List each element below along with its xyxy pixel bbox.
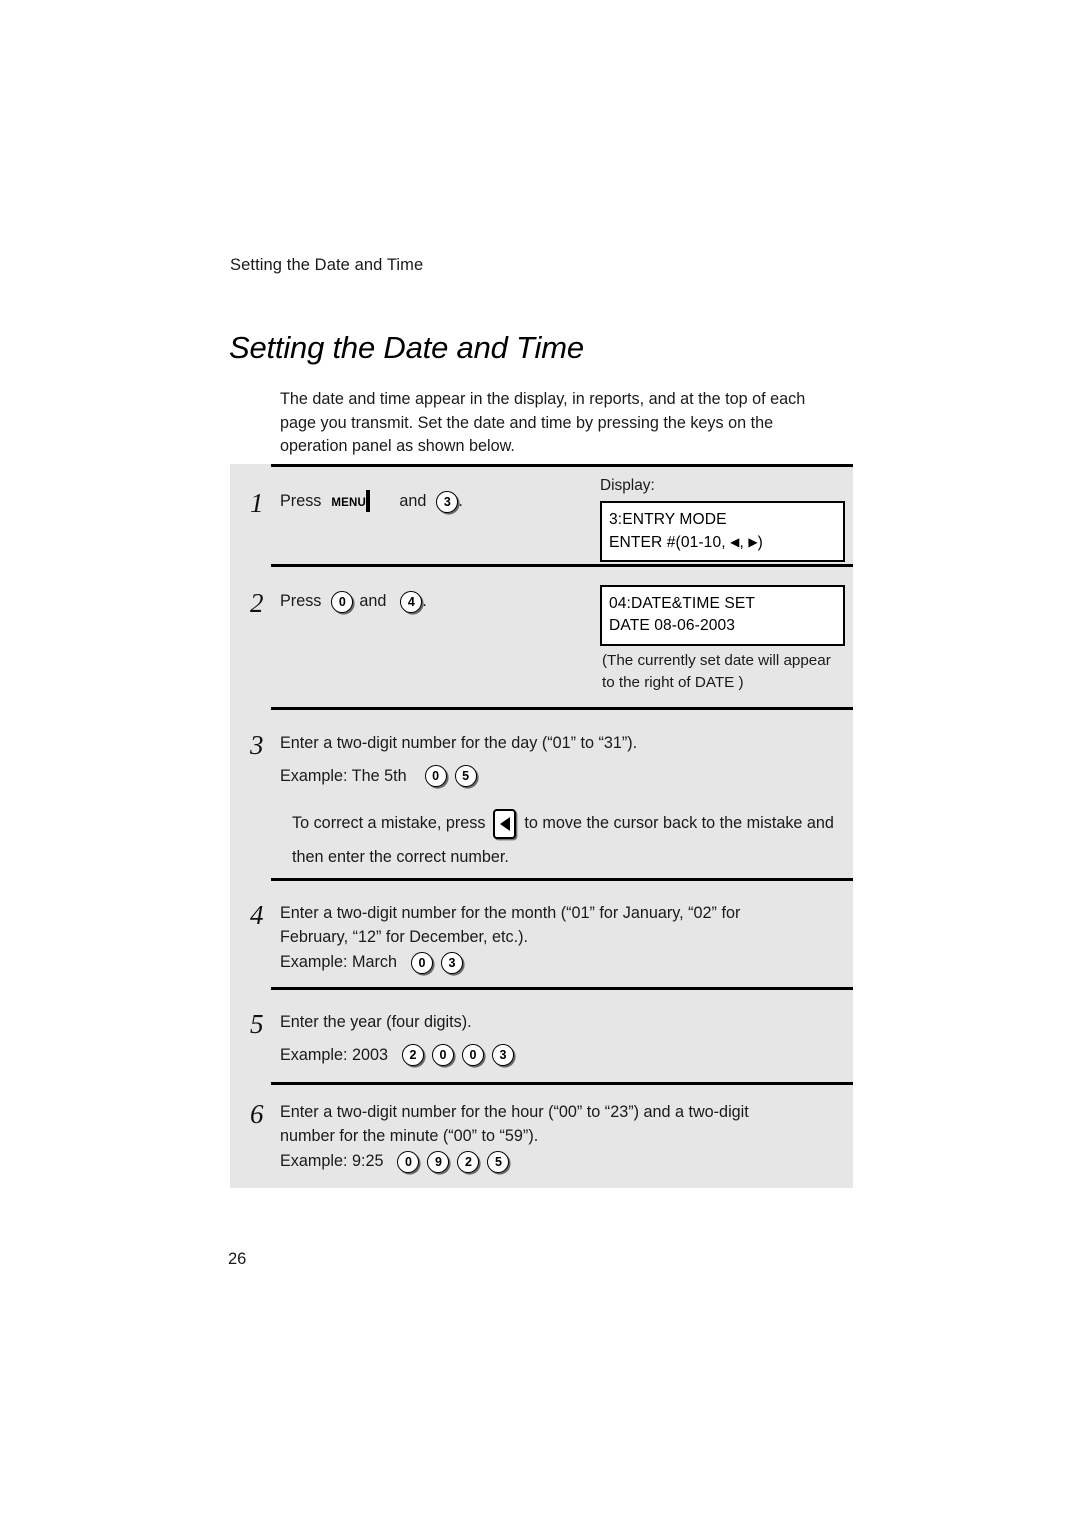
- step-number-2: 2: [250, 588, 264, 618]
- right-arrow-icon: ▶: [748, 535, 758, 549]
- example-key-0a-year[interactable]: 0: [432, 1044, 454, 1067]
- lcd-display-2-note: (The currently set date will appear to t…: [602, 650, 852, 694]
- step5-text: Enter the year (four digits).: [280, 1013, 472, 1031]
- step-body-5: Enter the year (four digits). Example: 2…: [280, 1011, 514, 1067]
- rule-step-4: [271, 878, 853, 881]
- lcd1-line-2: ENTER #(01-10, ◀, ▶): [609, 531, 836, 554]
- example-key-0-time[interactable]: 0: [397, 1150, 420, 1173]
- display-label: Display:: [600, 477, 655, 494]
- step1-and-label: and: [399, 492, 427, 510]
- step3-tip-line-2: then enter the correct number.: [292, 848, 509, 866]
- example-key-2-year[interactable]: 2: [402, 1044, 424, 1067]
- lcd2-line-1: 04:DATE&TIME SET: [609, 595, 756, 612]
- lcd1-line-1: 3:ENTRY MODE: [609, 511, 727, 528]
- step3-tip-post: to move the cursor back to the mistake a…: [524, 814, 834, 833]
- rule-top: [271, 464, 853, 467]
- step-body-6: Enter a two-digit number for the hour (“…: [280, 1101, 749, 1174]
- procedure-panel: 1 Press MENU and 3 . Display: 3:ENTRY MO…: [230, 464, 853, 1188]
- step4-text-line-1: Enter a two-digit number for the month (…: [280, 904, 741, 922]
- step-3-tip: To correct a mistake, press to move the …: [292, 809, 852, 870]
- lcd-display-1: 3:ENTRY MODE ENTER #(01-10, ◀, ▶): [600, 501, 845, 562]
- page-title: Setting the Date and Time: [229, 330, 584, 365]
- step6-text-line-1: Enter a two-digit number for the hour (“…: [280, 1103, 749, 1121]
- example-key-5[interactable]: 5: [454, 765, 477, 788]
- step-number-3: 3: [250, 730, 264, 760]
- lcd1-line2-post: ): [757, 534, 763, 551]
- rule-step-6: [271, 1082, 853, 1085]
- step4-text-line-2: February, “12” for December, etc.).: [280, 927, 528, 946]
- intro-line-3: operation panel as shown below.: [280, 437, 515, 456]
- step-number-1: 1: [250, 488, 264, 518]
- step6-example-label: Example: 9:25: [280, 1152, 384, 1171]
- step2-and-label: and: [359, 592, 387, 610]
- numeric-key-0[interactable]: 0: [331, 590, 354, 613]
- rule-step-5: [271, 987, 853, 990]
- numeric-key-4[interactable]: 4: [400, 590, 423, 613]
- step5-example-label: Example: 2003: [280, 1045, 388, 1064]
- rule-step-3: [271, 707, 853, 710]
- lcd1-comma: ,: [739, 534, 744, 551]
- step4-example-label: Example: March: [280, 953, 397, 972]
- lcd1-line2-pre: ENTER #(01-10,: [609, 534, 726, 551]
- menu-key[interactable]: MENU: [331, 490, 389, 514]
- lcd2-line-2: DATE 08-06-2003: [609, 617, 736, 634]
- step3-text: Enter a two-digit number for the day (“0…: [280, 734, 638, 752]
- step-number-5: 5: [250, 1009, 264, 1039]
- example-key-5-time[interactable]: 5: [487, 1150, 510, 1173]
- intro-paragraph: The date and time appear in the display,…: [280, 388, 840, 459]
- example-key-0[interactable]: 0: [424, 765, 447, 788]
- intro-line-1: The date and time appear in the display,…: [280, 390, 806, 408]
- rule-step-2: [271, 564, 853, 567]
- step2-period: .: [422, 592, 427, 610]
- menu-key-label: MENU: [331, 497, 367, 509]
- step2-press-label: Press: [280, 592, 322, 610]
- step1-press-label: Press: [280, 492, 322, 510]
- example-key-0b-year[interactable]: 0: [462, 1044, 484, 1067]
- step-number-4: 4: [250, 900, 264, 930]
- step1-period: .: [458, 492, 463, 510]
- intro-line-2: page you transmit. Set the date and time…: [280, 413, 774, 432]
- example-key-2-time[interactable]: 2: [457, 1150, 480, 1173]
- lcd2-note-line-1: (The currently set date will appear: [602, 652, 831, 669]
- step-body-3: Enter a two-digit number for the day (“0…: [280, 732, 637, 788]
- lcd-display-2: 04:DATE&TIME SET DATE 08-06-2003: [600, 585, 845, 646]
- document-page: Setting the Date and Time Setting the Da…: [0, 0, 1080, 1528]
- page-number: 26: [228, 1250, 247, 1268]
- lcd2-note-line-2: to the right of DATE ): [602, 674, 744, 691]
- step6-text-line-2: number for the minute (“00” to “59”).: [280, 1126, 539, 1145]
- example-key-9-time[interactable]: 9: [427, 1150, 450, 1173]
- running-header: Setting the Date and Time: [230, 256, 424, 274]
- left-triangle-icon: [499, 817, 510, 831]
- step-body-4: Enter a two-digit number for the month (…: [280, 902, 740, 975]
- example-key-3-year[interactable]: 3: [492, 1044, 514, 1067]
- menu-key-body: [366, 490, 371, 512]
- step3-example-label: Example: The 5th: [280, 766, 407, 785]
- cursor-left-key[interactable]: [493, 809, 517, 839]
- step-number-6: 6: [250, 1099, 264, 1129]
- step-body-2: Press 0 and 4 .: [280, 590, 427, 614]
- example-key-3-month[interactable]: 3: [440, 951, 463, 974]
- example-key-0-month[interactable]: 0: [410, 951, 433, 974]
- numeric-key-3[interactable]: 3: [436, 490, 459, 513]
- step3-tip-pre: To correct a mistake, press: [292, 814, 486, 833]
- step-body-1: Press MENU and 3 .: [280, 490, 463, 514]
